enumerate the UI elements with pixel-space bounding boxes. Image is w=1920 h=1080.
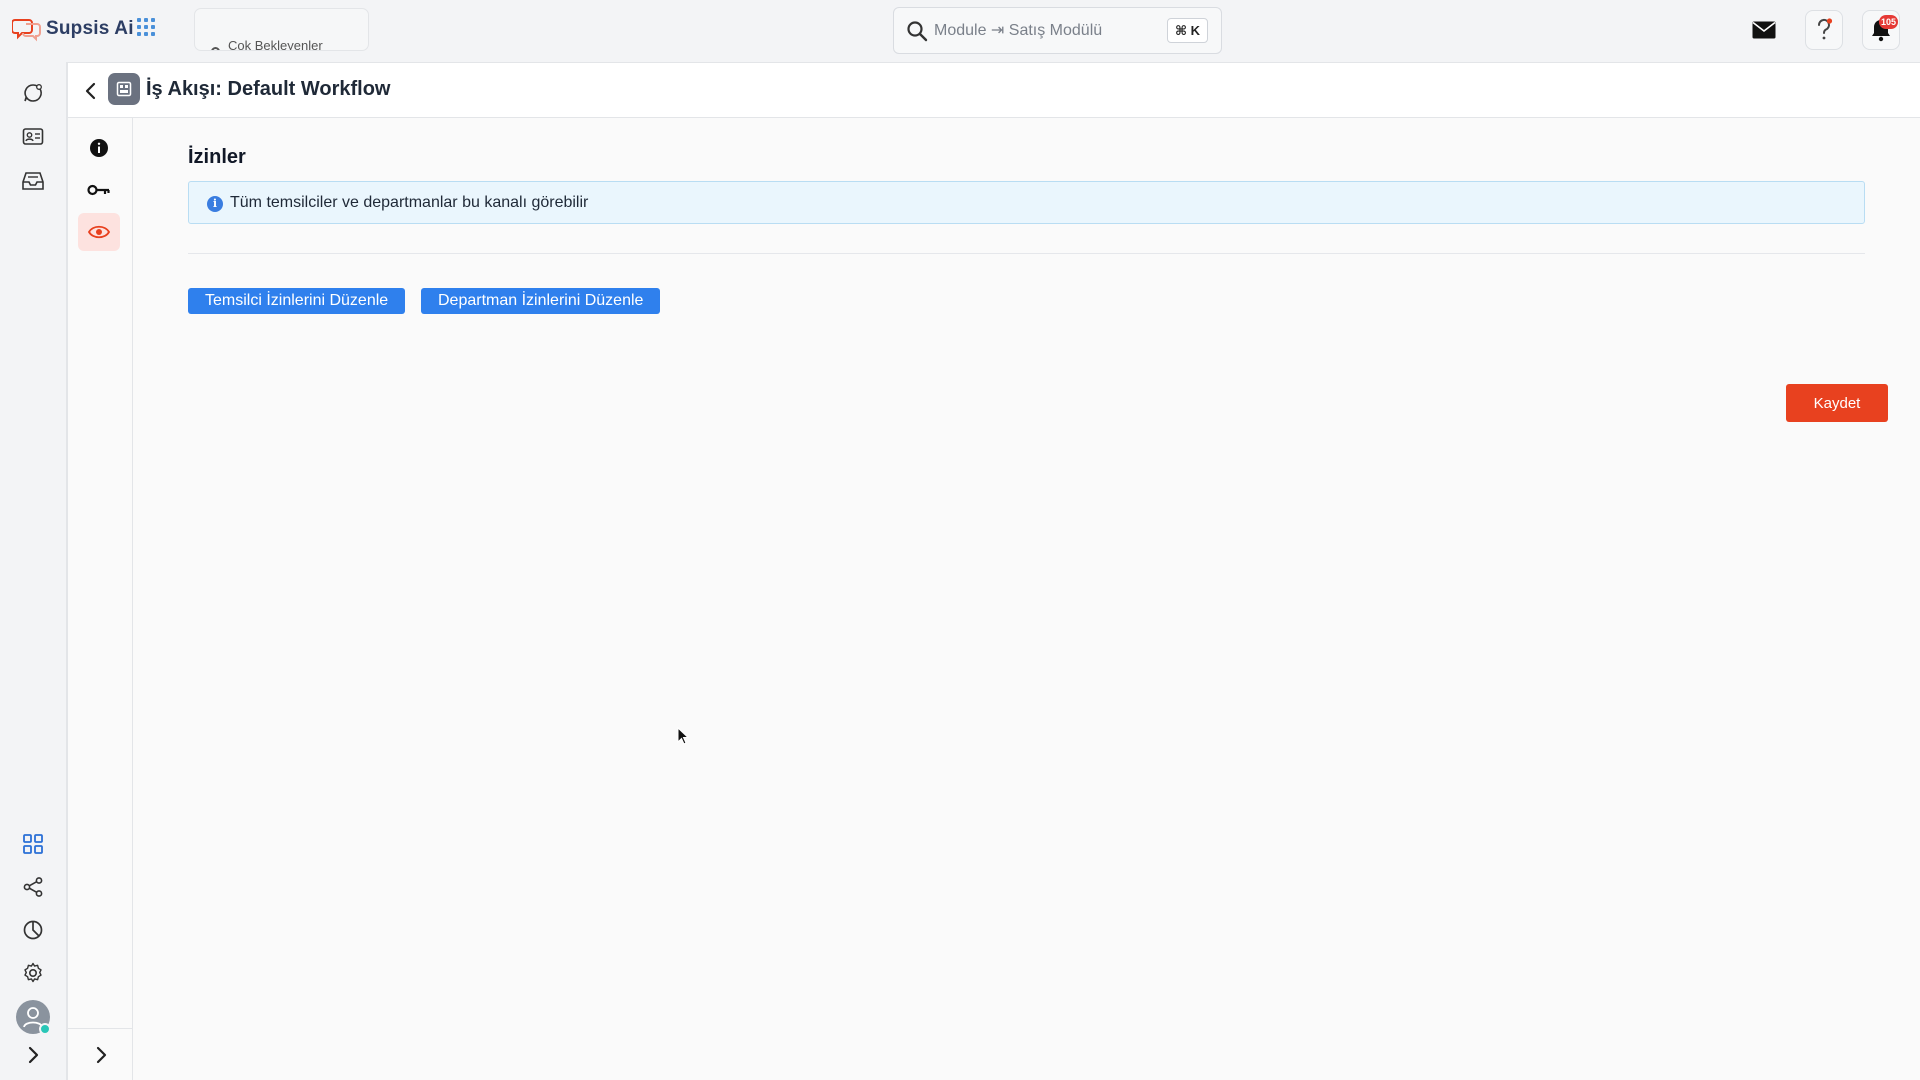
rail-item-dashboard[interactable] [17,828,49,860]
search-input[interactable] [934,20,1154,42]
chevron-right-icon[interactable] [90,1044,112,1066]
workflow-icon [108,73,140,105]
recent-tab[interactable]: Çok Bekleyenler [194,8,369,51]
rail-item-contacts[interactable] [17,121,49,153]
sub-nav-info[interactable] [78,129,120,167]
brand[interactable]: Supsis Ai [12,14,134,44]
key-icon [87,184,110,196]
search-bar[interactable]: ⌘ K [893,7,1222,54]
online-status-dot [39,1023,51,1035]
rail-item-integrations[interactable] [17,871,49,903]
grid-icon[interactable] [136,17,156,37]
page-title: İş Akışı: Default Workflow [146,78,391,100]
eye-icon [88,225,110,239]
workflow-sub-nav [68,118,133,1080]
mail-button[interactable] [1745,10,1783,50]
chat-bubbles-logo-icon [12,19,41,42]
rail-item-inbox[interactable] [17,165,49,197]
info-alert-text: Tüm temsilciler ve departmanlar bu kanal… [230,194,589,211]
search-shortcut: ⌘ K [1166,18,1208,43]
sub-nav-divider [68,1028,133,1029]
reports-icon [23,920,43,940]
left-rail [0,62,67,1080]
mail-icon [1752,21,1776,39]
back-arrow-icon[interactable] [80,80,102,102]
notification-badge: 105 [1878,15,1898,29]
edit-agent-permissions-button[interactable]: Temsilci İzinlerini Düzenle [188,288,406,314]
inbox-icon [22,172,44,190]
status-dot-icon [211,47,220,50]
search-icon [907,21,928,42]
edit-department-permissions-button[interactable]: Departman İzinlerini Düzenle [421,288,661,314]
question-icon [1817,18,1833,40]
main-panel: İş Akışı: Default Workflow İzinler i Tüm… [67,62,1920,1080]
mouse-cursor-icon [677,727,689,745]
section-title: İzinler [188,146,246,168]
info-icon [90,139,108,157]
user-avatar[interactable] [16,1000,51,1035]
page-header: İş Akışı: Default Workflow [68,63,1920,118]
sub-nav-permissions[interactable] [78,213,120,251]
rail-item-chats[interactable] [17,77,49,109]
info-circle-icon: i [207,196,223,212]
info-alert: i Tüm temsilciler ve departmanlar bu kan… [188,181,1865,224]
divider [188,253,1865,254]
notifications-button[interactable]: 105 [1862,10,1900,50]
sub-nav-access[interactable] [78,171,120,209]
chat-icon [24,84,42,102]
settings-icon [24,962,42,983]
help-button[interactable] [1805,10,1843,50]
top-bar: Supsis Ai Çok Bekleyenler ⌘ K [0,0,1920,62]
recent-tab-label: Çok Bekleyenler [228,38,323,51]
rail-item-settings[interactable] [17,957,49,989]
save-button[interactable]: Kaydet [1786,384,1888,422]
chevron-right-icon[interactable] [22,1044,44,1066]
share-icon [23,877,43,897]
rail-item-reports[interactable] [17,914,49,946]
brand-name: Supsis Ai [46,18,134,39]
contacts-icon [22,128,44,145]
dashboard-icon [23,834,43,854]
